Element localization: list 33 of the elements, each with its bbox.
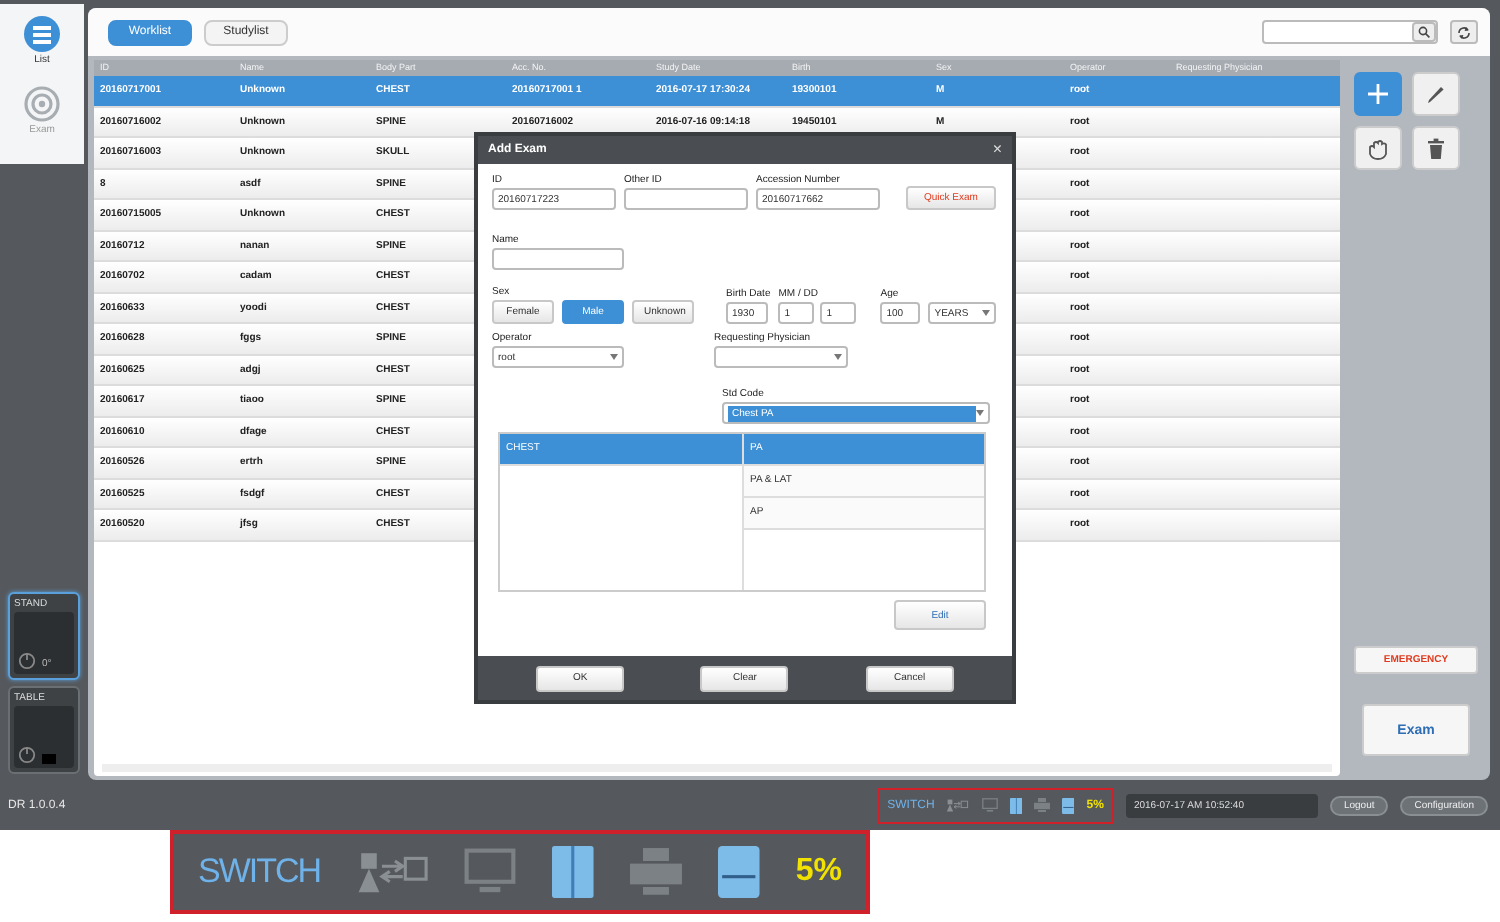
input-field[interactable] xyxy=(492,248,624,270)
refresh-button[interactable] xyxy=(1450,20,1478,44)
monitor-icon xyxy=(981,797,997,813)
disk-usage: 5% xyxy=(795,854,842,890)
caret-icon xyxy=(982,310,991,316)
refresh-icon xyxy=(1456,25,1472,39)
input-field[interactable] xyxy=(624,188,748,210)
switch-label: SWITCH xyxy=(198,852,321,892)
network-icon xyxy=(946,797,969,813)
close-button[interactable]: × xyxy=(992,142,1002,158)
plus-icon xyxy=(1368,84,1388,104)
tool-button[interactable] xyxy=(1354,72,1402,116)
tool-button[interactable] xyxy=(1354,126,1402,170)
trash-icon xyxy=(1426,137,1446,159)
printer-icon xyxy=(630,848,683,896)
panel-icon xyxy=(1009,797,1022,813)
panel-icon xyxy=(552,846,595,898)
monitor-icon xyxy=(464,848,517,896)
target-icon[interactable] xyxy=(24,86,60,122)
search-icon xyxy=(1418,26,1430,38)
search-button[interactable] xyxy=(1412,22,1436,42)
power-icon[interactable] xyxy=(18,652,36,670)
hand-icon xyxy=(1366,137,1390,159)
list-icon[interactable] xyxy=(24,16,60,52)
search-field[interactable] xyxy=(1262,20,1438,44)
tool-button[interactable] xyxy=(1412,126,1460,170)
pencil-icon xyxy=(1426,84,1446,104)
indicator-icon xyxy=(42,754,56,764)
tool-button[interactable] xyxy=(1412,72,1460,116)
physician-dropdown[interactable] xyxy=(714,346,848,368)
network-icon xyxy=(356,848,429,896)
power-icon[interactable] xyxy=(18,746,36,764)
printer-icon xyxy=(1033,797,1050,813)
